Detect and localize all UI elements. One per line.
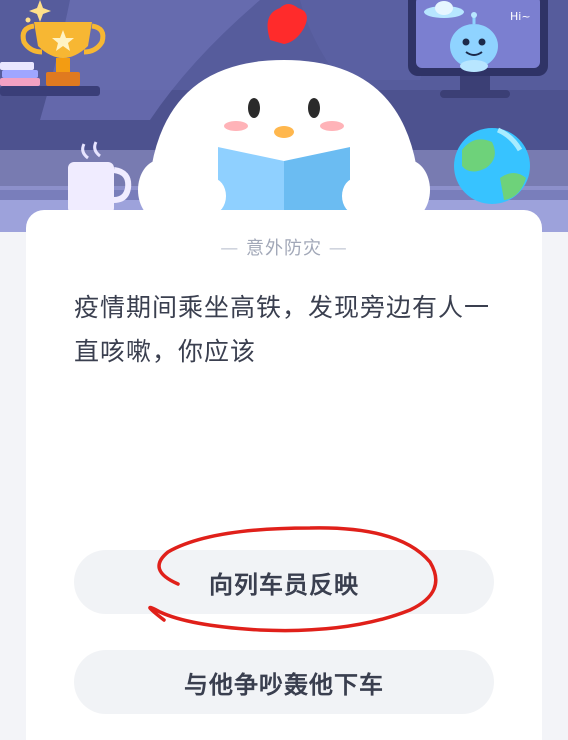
answer-option-1[interactable]: 向列车员反映 [74,550,494,614]
question-card: — 意外防灾 — 疫情期间乘坐高铁，发现旁边有人一直咳嗽，你应该 向列车员反映 … [26,210,542,740]
answer-option-2[interactable]: 与他争吵轰他下车 [74,650,494,714]
robot-speech: Hi~ [510,10,531,23]
globe-icon [454,127,530,204]
banner-illustration: Hi~ [0,0,568,232]
category-label: — 意外防灾 — [220,238,348,259]
answer-option-2-label: 与他争吵轰他下车 [184,670,384,699]
category-text: 意外防灾 [246,238,322,259]
header-banner: Hi~ [0,0,568,232]
question-text: 疫情期间乘坐高铁，发现旁边有人一直咳嗽，你应该 [74,293,491,366]
answer-option-1-label: 向列车员反映 [209,570,359,599]
